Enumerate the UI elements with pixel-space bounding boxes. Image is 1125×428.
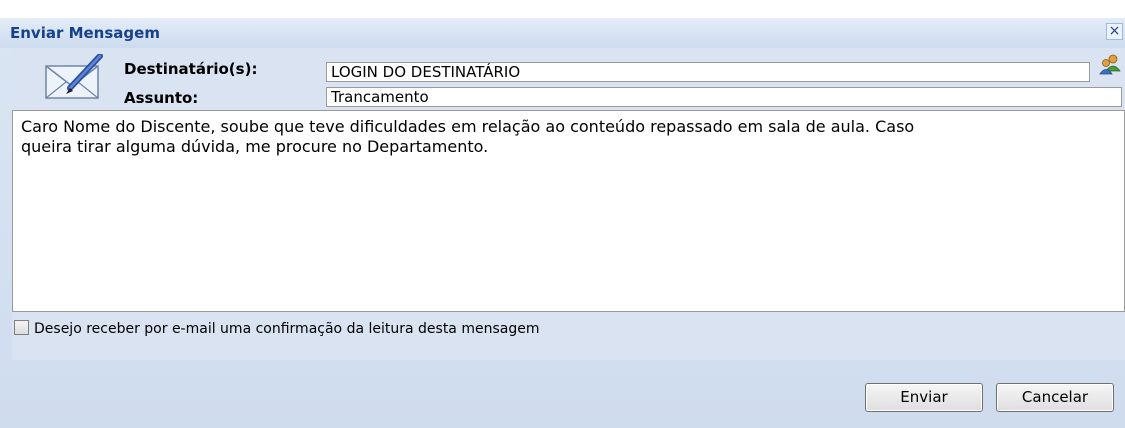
recipients-label: Destinatário(s): xyxy=(124,60,258,78)
read-receipt-checkbox[interactable] xyxy=(14,320,29,335)
read-receipt-label: Desejo receber por e-mail uma confirmaçã… xyxy=(34,321,540,337)
dialog-titlebar[interactable]: Enviar Mensagem × xyxy=(0,18,1125,48)
cancel-button[interactable]: Cancelar xyxy=(996,383,1114,412)
message-header: Destinatário(s): LOGIN DO DESTINATÁRIO A… xyxy=(12,48,1125,110)
read-receipt-row: Desejo receber por e-mail uma confirmaçã… xyxy=(12,312,1125,360)
top-strip xyxy=(0,0,1125,18)
compose-mail-icon xyxy=(45,54,103,99)
dialog-title: Enviar Mensagem xyxy=(10,24,160,42)
send-message-dialog: Enviar Mensagem × Destinatário(s): LOGIN… xyxy=(0,0,1125,428)
send-button[interactable]: Enviar xyxy=(865,383,983,412)
contacts-icon[interactable] xyxy=(1098,53,1122,75)
subject-field[interactable]: Trancamento xyxy=(326,87,1122,107)
message-body[interactable]: Caro Nome do Discente, soube que teve di… xyxy=(12,110,1125,312)
close-icon[interactable]: × xyxy=(1106,23,1123,40)
subject-label: Assunto: xyxy=(124,89,199,107)
recipients-field[interactable]: LOGIN DO DESTINATÁRIO xyxy=(326,62,1090,82)
